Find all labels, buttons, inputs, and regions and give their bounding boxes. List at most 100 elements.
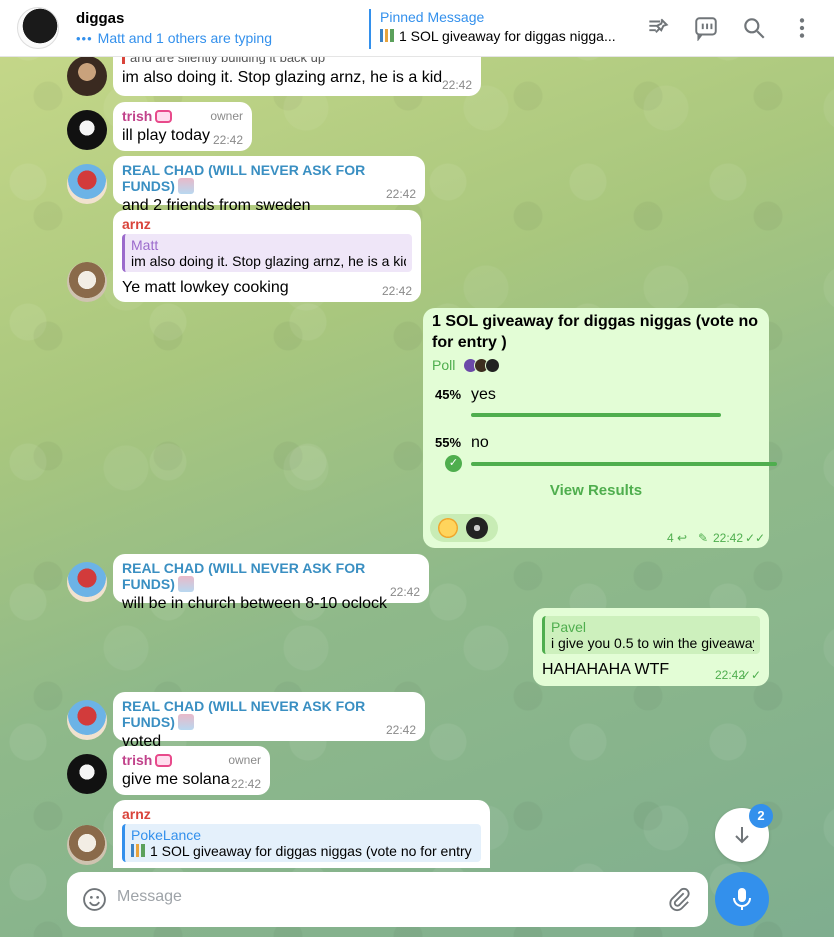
read-checks-icon: ✓✓ xyxy=(745,531,766,545)
message-bubble[interactable]: trish owner ill play today 22:42 xyxy=(113,102,252,151)
pinned-text: 1 SOL giveaway for diggas nigga... xyxy=(380,28,619,44)
message-bubble[interactable]: REAL CHAD (WILL NEVER ASK FOR FUNDS) wil… xyxy=(113,554,429,612)
avatar[interactable] xyxy=(67,164,107,204)
message-text: will be in church between 8-10 oclock xyxy=(122,595,388,612)
avatar[interactable] xyxy=(67,825,107,865)
message-time: 22:42 xyxy=(385,187,416,201)
poll-option-bar xyxy=(471,413,721,417)
poll-chart-icon xyxy=(380,29,394,42)
sender-name-text: REAL CHAD (WILL NEVER ASK FOR FUNDS) xyxy=(122,560,366,592)
sender-name-text: trish xyxy=(122,752,153,768)
poll-label: Poll xyxy=(432,357,456,373)
poll-message[interactable]: 1 SOL giveaway for diggas niggas (vote n… xyxy=(423,308,777,548)
pinned-label: Pinned Message xyxy=(380,9,485,25)
avatar[interactable] xyxy=(67,56,107,96)
message-bubble[interactable]: REAL CHAD (WILL NEVER ASK FOR FUNDS) and… xyxy=(113,156,425,214)
poll-option-percent: 55% xyxy=(435,435,462,450)
message-time: 22:42 xyxy=(441,78,472,92)
poll-title: 1 SOL giveaway for diggas niggas (vote n… xyxy=(432,313,758,351)
typing-indicator: ••• Matt and 1 others are typing xyxy=(76,30,356,46)
poll-option-text: yes xyxy=(471,386,496,403)
sender-name[interactable]: trish owner xyxy=(122,108,243,124)
sender-name[interactable]: arnz xyxy=(122,806,481,822)
unread-badge: 2 xyxy=(749,804,773,828)
message-text: Ye matt lowkey cooking xyxy=(122,279,289,296)
emoji-icon[interactable] xyxy=(82,887,107,912)
message-bubble[interactable]: trish owner give me solana 22:42 xyxy=(113,746,270,795)
sender-name[interactable]: REAL CHAD (WILL NEVER ASK FOR FUNDS) xyxy=(122,560,420,592)
reply-text: im also doing it. Stop glazing arnz, he … xyxy=(131,253,406,269)
bow-emoji-icon xyxy=(155,110,173,123)
typing-text: Matt and 1 others are typing xyxy=(97,30,272,46)
sender-name-text: REAL CHAD (WILL NEVER ASK FOR FUNDS) xyxy=(122,698,366,730)
reaction-chip[interactable] xyxy=(430,514,498,542)
message-composer xyxy=(67,872,708,927)
unpin-list-icon[interactable] xyxy=(645,15,671,41)
message-text: im also doing it. Stop glazing arnz, he … xyxy=(122,69,443,86)
poll-option-text: no xyxy=(471,434,489,451)
sender-name[interactable]: trish owner xyxy=(122,752,261,768)
pinned-icon: ✎ xyxy=(698,531,709,545)
more-options-icon[interactable] xyxy=(789,15,815,41)
attach-icon[interactable] xyxy=(667,887,692,912)
message-time: 22:42 xyxy=(230,777,261,791)
scroll-to-bottom-button[interactable]: 2 xyxy=(715,804,773,862)
message-bubble[interactable]: arnz Matt im also doing it. Stop glazing… xyxy=(113,210,421,302)
message-bubble[interactable]: REAL CHAD (WILL NEVER ASK FOR FUNDS) vot… xyxy=(113,692,425,750)
sender-name-text: REAL CHAD (WILL NEVER ASK FOR FUNDS) xyxy=(122,162,366,194)
reactor-avatar xyxy=(466,517,488,539)
chat-info[interactable]: diggas ••• Matt and 1 others are typing xyxy=(76,10,356,46)
sender-name[interactable]: arnz xyxy=(122,216,412,232)
reply-sender: Pavel xyxy=(551,619,587,635)
avatar[interactable] xyxy=(67,754,107,794)
avatar[interactable] xyxy=(67,700,107,740)
message-time: 22:42 xyxy=(212,133,243,147)
bow-emoji-icon xyxy=(155,754,173,767)
discussion-icon[interactable] xyxy=(693,15,719,41)
sender-name-text: trish xyxy=(122,108,153,124)
poll-option-bar xyxy=(471,462,777,466)
pinned-message[interactable]: Pinned Message 1 SOL giveaway for diggas… xyxy=(369,9,619,49)
chat-title: diggas xyxy=(76,10,125,27)
view-results-button[interactable]: View Results xyxy=(423,482,769,499)
avatar[interactable] xyxy=(67,110,107,150)
chat-avatar[interactable] xyxy=(17,7,59,49)
message-bubble[interactable]: arnz PokeLance 1 SOL giveaway for diggas… xyxy=(113,800,490,868)
reply-count-value: 4 xyxy=(667,531,674,545)
message-time: 22:42 xyxy=(389,585,420,599)
emoji-status-icon xyxy=(177,178,194,194)
sender-name[interactable]: REAL CHAD (WILL NEVER ASK FOR FUNDS) xyxy=(122,698,416,730)
laughing-emoji-icon xyxy=(438,518,458,538)
message-time: 22:42 xyxy=(713,531,744,545)
sender-name[interactable]: REAL CHAD (WILL NEVER ASK FOR FUNDS) xyxy=(122,162,416,194)
arrow-down-icon xyxy=(735,827,749,844)
role-badge: owner xyxy=(210,109,243,123)
recent-voters[interactable] xyxy=(463,357,501,373)
emoji-status-icon xyxy=(177,714,194,730)
chat-header: diggas ••• Matt and 1 others are typing … xyxy=(0,0,834,57)
reply-preview[interactable]: Matt im also doing it. Stop glazing arnz… xyxy=(122,234,412,272)
avatar[interactable] xyxy=(67,262,107,302)
reply-sender: Matt xyxy=(131,237,159,253)
microphone-icon xyxy=(733,888,751,910)
poll-chart-icon xyxy=(131,844,145,857)
reply-preview[interactable]: Pavel i give you 0.5 to win the giveaway xyxy=(542,616,760,654)
reply-text: 1 SOL giveaway for diggas niggas (vote n… xyxy=(131,843,475,859)
message-time: 22:42 xyxy=(381,284,412,298)
emoji-status-icon xyxy=(177,576,194,592)
reply-count[interactable]: 4 ↩ xyxy=(667,531,687,545)
message-input[interactable] xyxy=(117,888,657,906)
message-time: 22:42 xyxy=(385,723,416,737)
voice-record-button[interactable] xyxy=(715,872,769,926)
chosen-check-icon: ✓ xyxy=(445,455,462,472)
message-bubble[interactable]: Pavel i give you 0.5 to win the giveaway… xyxy=(533,608,769,686)
pinned-text-value: 1 SOL giveaway for diggas nigga... xyxy=(399,28,616,44)
reply-text-value: 1 SOL giveaway for diggas niggas (vote n… xyxy=(150,843,475,859)
avatar[interactable] xyxy=(67,562,107,602)
role-badge: owner xyxy=(228,753,261,767)
reply-preview[interactable]: PokeLance 1 SOL giveaway for diggas nigg… xyxy=(122,824,481,862)
reply-text: i give you 0.5 to win the giveaway xyxy=(551,635,754,651)
typing-dots-icon: ••• xyxy=(76,30,93,46)
search-icon[interactable] xyxy=(741,15,767,41)
reply-sender: PokeLance xyxy=(131,827,202,843)
